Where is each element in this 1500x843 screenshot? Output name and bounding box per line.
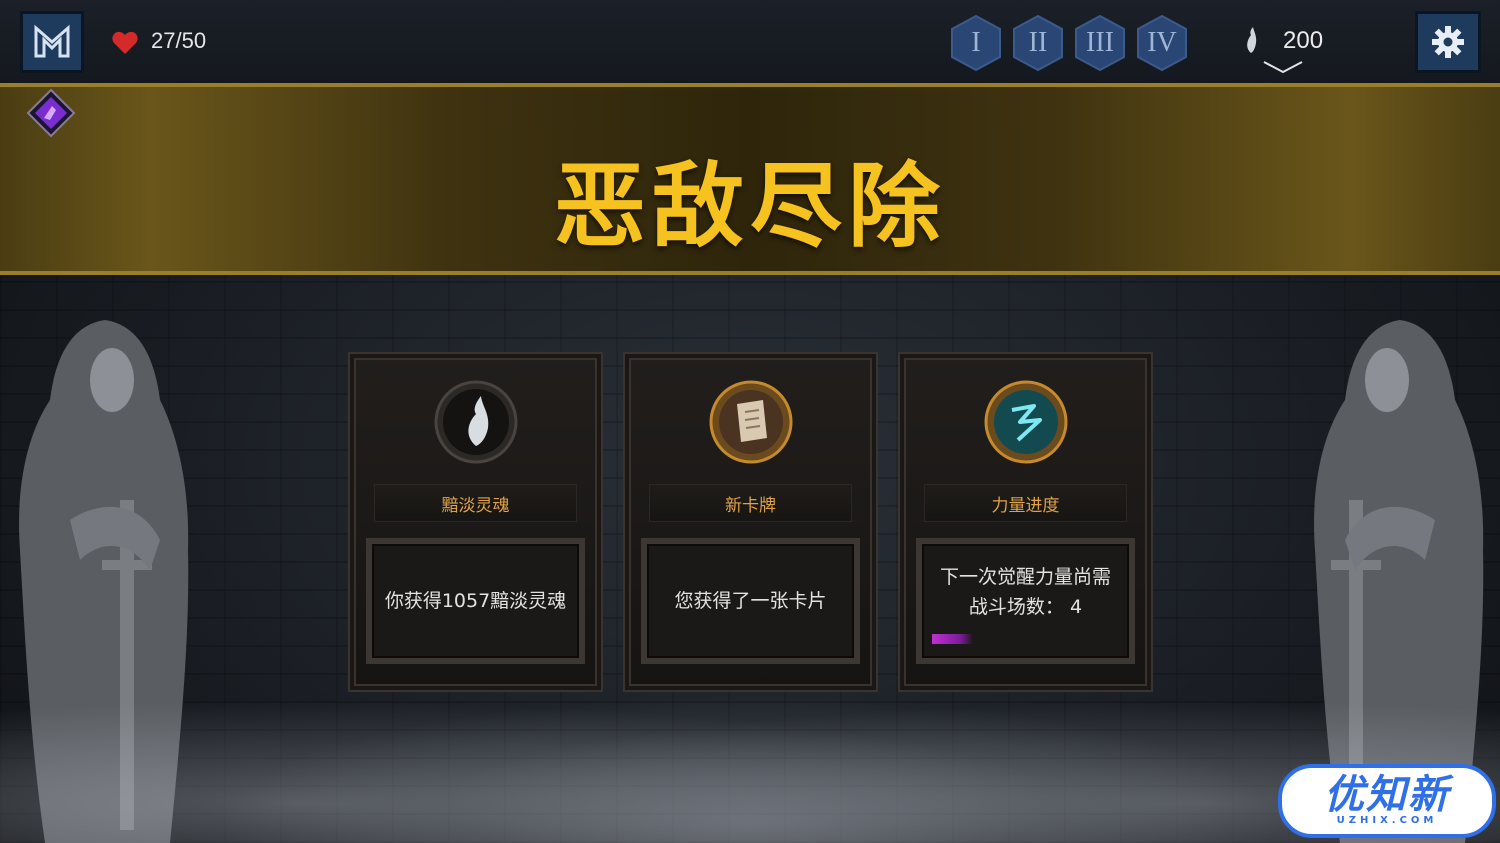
soul-wisp-icon — [1247, 27, 1257, 53]
health-value: 27/50 — [151, 28, 207, 53]
reward-text: 下一次觉醒力量尚需 — [939, 566, 1111, 588]
watermark-text: 优知新 — [1324, 772, 1450, 818]
watermark-logo: 优知新 UZHIX.COM — [1278, 764, 1496, 838]
reward-text: 你获得1057黯淡灵魂 — [384, 590, 567, 612]
reward-card-souls: 黯淡灵魂 你获得1057黯淡灵魂 — [348, 352, 603, 692]
watermark-subtext: UZHIX.COM — [1336, 815, 1438, 826]
tier-label: IV — [1147, 27, 1177, 58]
deck-menu-button[interactable] — [20, 11, 84, 73]
reward-card-power-progress: 力量进度 下一次觉醒力量尚需 战斗场数： 4 — [898, 352, 1153, 692]
tier-hex-1[interactable]: I — [950, 14, 1002, 72]
mask-icon — [34, 24, 70, 58]
settings-button[interactable] — [1415, 11, 1481, 73]
heart-icon — [112, 31, 138, 54]
reward-title: 新卡牌 — [649, 484, 852, 522]
gear-icon — [1432, 26, 1464, 58]
reward-title: 黯淡灵魂 — [374, 484, 577, 522]
reward-title: 力量进度 — [924, 484, 1127, 522]
tier-selector: I II III IV — [950, 14, 1188, 72]
soul-count: 200 — [1283, 27, 1324, 54]
tier-hex-3[interactable]: III — [1074, 14, 1126, 72]
tier-hex-4[interactable]: IV — [1136, 14, 1188, 72]
card-scroll-icon — [709, 380, 792, 464]
purple-gem-icon[interactable] — [26, 88, 76, 138]
banner-title: 恶敌尽除 — [553, 153, 946, 260]
soul-wisp-icon — [434, 380, 517, 464]
reward-text: 您获得了一张卡片 — [674, 590, 827, 612]
fog-overlay — [0, 643, 1500, 843]
power-rune-icon — [984, 380, 1067, 464]
chevron-down-icon[interactable] — [1262, 60, 1304, 74]
tier-label: II — [1028, 27, 1048, 58]
reward-card-new-card: 新卡牌 您获得了一张卡片 — [623, 352, 878, 692]
tier-hex-2[interactable]: II — [1012, 14, 1064, 72]
tier-label: I — [971, 27, 981, 58]
tier-label: III — [1086, 27, 1114, 58]
reward-text: 战斗场数： 4 — [968, 596, 1083, 618]
